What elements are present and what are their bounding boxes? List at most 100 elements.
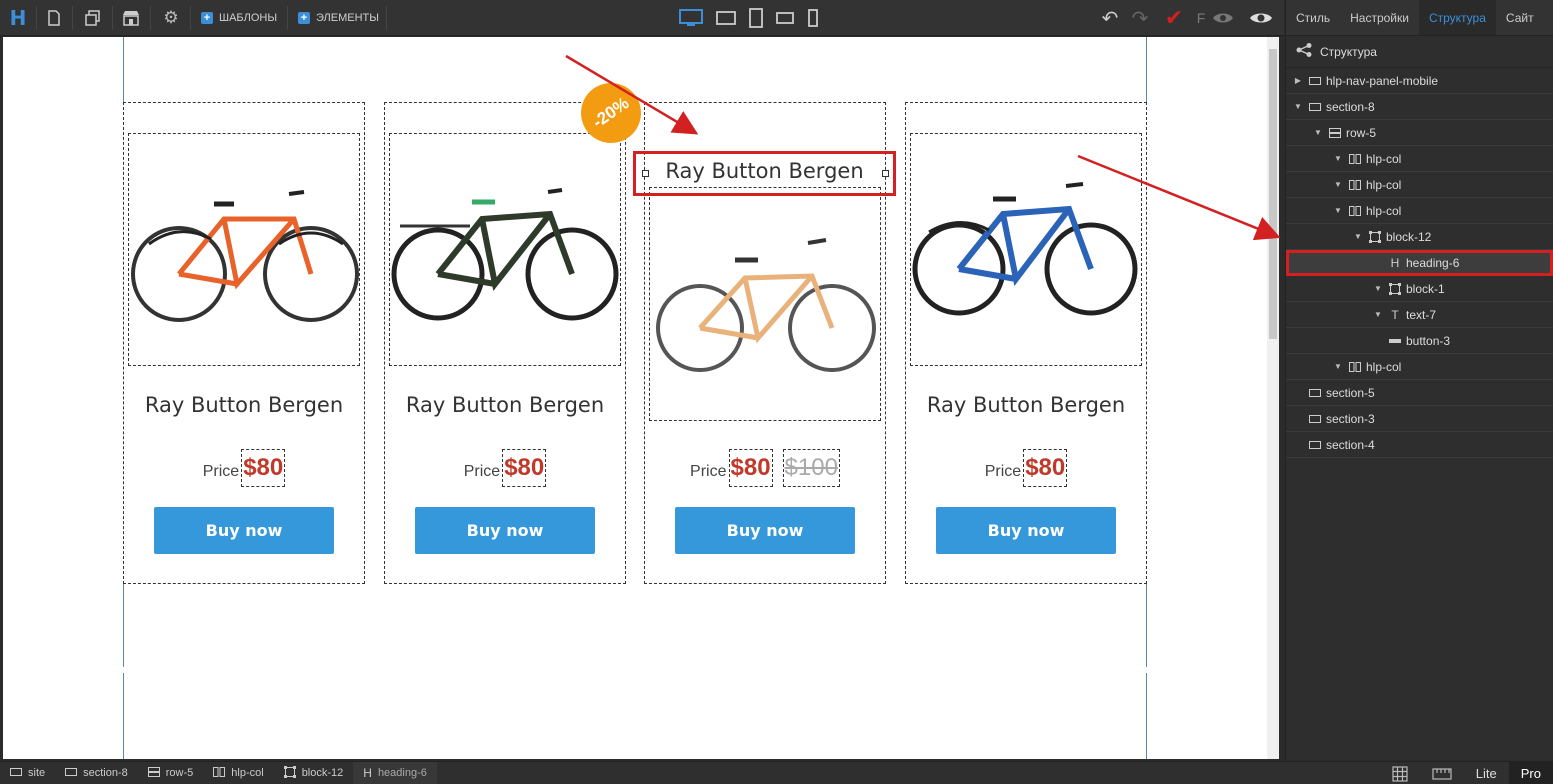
collapse-arrow-icon[interactable]: ▶ [1292, 76, 1304, 85]
expand-arrow-icon[interactable]: ▼ [1332, 206, 1344, 215]
grid-icon[interactable] [1380, 762, 1420, 784]
price-label: Price [984, 463, 1022, 480]
product-title[interactable]: Ray Button Bergen [636, 159, 893, 183]
tree-item-text-7[interactable]: ▼ Ttext-7 [1286, 302, 1553, 328]
tree-item-section-3[interactable]: section-3 [1286, 406, 1553, 432]
tree-item-label: hlp-col [1366, 177, 1402, 192]
breadcrumb-item-hlp-col[interactable]: hlp-col [203, 762, 273, 784]
buy-now-button[interactable]: Buy now [936, 507, 1116, 554]
section-icon [65, 767, 78, 779]
container-guide-right [1146, 673, 1147, 759]
buy-now-button[interactable]: Buy now [154, 507, 334, 554]
price-label: Price [202, 463, 240, 480]
product-image[interactable] [910, 133, 1142, 366]
old-price-value: $100 [782, 449, 840, 487]
breadcrumb-item-block-12[interactable]: block-12 [274, 762, 354, 784]
scrollbar-thumb[interactable] [1269, 49, 1277, 339]
button-icon [1388, 334, 1402, 348]
desktop-view-icon[interactable] [676, 0, 706, 36]
font-icon[interactable]: F [1194, 0, 1208, 36]
selected-heading[interactable]: Ray Button Bergen [633, 151, 896, 196]
bicycle-image [912, 182, 1138, 316]
tree-item-row-5[interactable]: ▼ row-5 [1286, 120, 1553, 146]
phone-landscape-icon[interactable] [772, 0, 798, 36]
preview-eye-dim-icon[interactable] [1210, 0, 1236, 36]
product-card[interactable]: Ray Button Bergen Price $80 Buy now [905, 102, 1147, 584]
tree-item-section-4[interactable]: section-4 [1286, 432, 1553, 458]
tree-item-label: hlp-col [1366, 151, 1402, 166]
canvas-scrollbar[interactable] [1267, 37, 1279, 759]
breadcrumb-label: block-12 [301, 767, 344, 779]
buy-now-button[interactable]: Buy now [675, 507, 855, 554]
structure-header: Структура [1286, 36, 1553, 68]
tree-item-hlp-col[interactable]: ▼ hlp-col [1286, 172, 1553, 198]
templates-label: ШАБЛОНЫ [219, 12, 278, 24]
breadcrumb-item-row-5[interactable]: row-5 [138, 762, 204, 784]
expand-arrow-icon[interactable]: ▼ [1292, 102, 1304, 111]
copy-icon[interactable] [78, 0, 108, 36]
buy-now-button[interactable]: Buy now [415, 507, 595, 554]
expand-arrow-icon[interactable]: ▼ [1352, 232, 1364, 241]
tree-item-hlp-nav-panel-mobile[interactable]: ▶ hlp-nav-panel-mobile [1286, 68, 1553, 94]
product-image[interactable] [128, 133, 360, 366]
gear-icon[interactable]: ⚙ [156, 0, 186, 36]
tablet-portrait-icon[interactable] [744, 0, 768, 36]
tree-item-label: section-4 [1326, 437, 1375, 452]
product-card[interactable]: Ray Button Bergen Price $80 Buy now [384, 102, 626, 584]
tab-style[interactable]: Стиль [1286, 0, 1340, 35]
tab-settings[interactable]: Настройки [1340, 0, 1419, 35]
save-check-icon[interactable]: ✔ [1160, 0, 1188, 36]
product-card[interactable]: Ray Button Bergen Price $80 Buy now [123, 102, 365, 584]
price-value: $80 [241, 449, 286, 487]
mode-lite-button[interactable]: Lite [1464, 762, 1509, 784]
phone-portrait-icon[interactable] [802, 0, 824, 36]
ruler-icon[interactable] [1420, 762, 1464, 784]
expand-arrow-icon[interactable]: ▼ [1312, 128, 1324, 137]
elements-button[interactable]: + ЭЛЕМЕНТЫ [288, 0, 389, 36]
tree-item-section-8[interactable]: ▼ section-8 [1286, 94, 1553, 120]
tree-item-heading-6[interactable]: Hheading-6 [1286, 250, 1553, 276]
tree-item-hlp-col[interactable]: ▼ hlp-col [1286, 146, 1553, 172]
mode-pro-button[interactable]: Pro [1508, 762, 1553, 784]
tab-structure[interactable]: Структура [1418, 0, 1496, 35]
expand-arrow-icon[interactable]: ▼ [1332, 362, 1344, 371]
breadcrumb-item-heading-6[interactable]: Hheading-6 [353, 761, 437, 784]
price-label: Price [463, 463, 501, 480]
price-value: $80 [728, 449, 773, 487]
editor-app: H ⚙ + ШАБЛОНЫ + ЭЛЕМЕНТЫ ↶ ↷ ✔ F Ray But… [0, 0, 1553, 784]
breadcrumb-label: section-8 [83, 767, 128, 779]
tree-item-block-12[interactable]: ▼ block-12 [1286, 224, 1553, 250]
breadcrumb-item-site[interactable]: site [0, 762, 55, 784]
logo[interactable]: H [0, 0, 36, 36]
tree-item-label: hlp-col [1366, 359, 1402, 374]
resize-handle[interactable] [882, 170, 889, 177]
expand-arrow-icon[interactable]: ▼ [1372, 284, 1384, 293]
right-panel: Стиль Настройки Структура Сайт Структура… [1285, 0, 1553, 760]
tree-item-button-3[interactable]: button-3 [1286, 328, 1553, 354]
resize-handle[interactable] [642, 170, 649, 177]
breadcrumb-item-section-8[interactable]: section-8 [55, 762, 138, 784]
preview-eye-icon[interactable] [1246, 0, 1276, 36]
new-page-icon[interactable] [40, 0, 68, 36]
section-icon [10, 767, 22, 779]
tree-item-block-1[interactable]: ▼ block-1 [1286, 276, 1553, 302]
breadcrumb-label: hlp-col [231, 767, 264, 779]
tab-site[interactable]: Сайт [1496, 0, 1544, 35]
toolbar-divider [386, 6, 387, 30]
redo-icon[interactable]: ↷ [1126, 0, 1154, 36]
undo-icon[interactable]: ↶ [1096, 0, 1124, 36]
structure-tree: ▶ hlp-nav-panel-mobile ▼ section-8 ▼ row-5 ▼ hl… [1286, 68, 1553, 458]
tree-item-hlp-col[interactable]: ▼ hlp-col [1286, 198, 1553, 224]
store-icon[interactable] [116, 0, 146, 36]
tree-item-section-5[interactable]: section-5 [1286, 380, 1553, 406]
templates-button[interactable]: + ШАБЛОНЫ [191, 0, 287, 36]
expand-arrow-icon[interactable]: ▼ [1332, 180, 1344, 189]
expand-arrow-icon[interactable]: ▼ [1332, 154, 1344, 163]
tree-item-label: section-8 [1326, 99, 1375, 114]
expand-arrow-icon[interactable]: ▼ [1372, 310, 1384, 319]
product-image[interactable] [649, 187, 881, 421]
tree-item-hlp-col[interactable]: ▼ hlp-col [1286, 354, 1553, 380]
tablet-landscape-icon[interactable] [712, 0, 740, 36]
product-image[interactable] [389, 133, 621, 366]
tree-item-label: heading-6 [1406, 255, 1460, 270]
